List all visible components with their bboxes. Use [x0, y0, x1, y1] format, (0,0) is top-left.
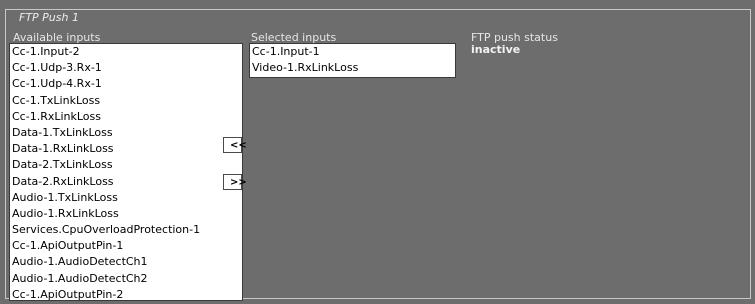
available-input-option[interactable]: Services.CpuOverloadProtection-1 — [10, 222, 242, 238]
available-input-option[interactable]: Audio-1.AudioDetectCh1 — [10, 254, 242, 270]
selected-input-option[interactable]: Video-1.RxLinkLoss — [250, 60, 455, 76]
available-input-option[interactable]: Audio-1.TxLinkLoss — [10, 190, 242, 206]
available-input-option[interactable]: Audio-1.RxLinkLoss — [10, 206, 242, 222]
remove-input-button[interactable]: << — [223, 137, 247, 153]
available-input-option[interactable]: Data-1.RxLinkLoss — [10, 141, 242, 157]
panel-legend: FTP Push 1 — [14, 11, 84, 25]
available-input-option[interactable]: Audio-1.AudioDetectCh2 — [10, 271, 242, 287]
available-inputs-list[interactable]: Cc-1.Input-2 Cc-1.Udp-3.Rx-1 Cc-1.Udp-4.… — [9, 43, 243, 301]
available-input-option[interactable]: Cc-1.ApiOutputPin-2 — [10, 287, 242, 300]
available-input-option[interactable]: Cc-1.TxLinkLoss — [10, 93, 242, 109]
add-input-button[interactable]: >> — [223, 174, 247, 190]
ftp-push-status-value: inactive — [471, 43, 521, 56]
available-input-option[interactable]: Cc-1.ApiOutputPin-1 — [10, 238, 242, 254]
available-input-option[interactable]: Cc-1.RxLinkLoss — [10, 109, 242, 125]
available-input-option[interactable]: Cc-1.Udp-3.Rx-1 — [10, 60, 242, 76]
selected-input-option[interactable]: Cc-1.Input-1 — [250, 44, 455, 60]
selected-inputs-list[interactable]: Cc-1.Input-1 Video-1.RxLinkLoss — [249, 43, 456, 78]
available-input-option[interactable]: Data-1.TxLinkLoss — [10, 125, 242, 141]
available-input-option[interactable]: Data-2.TxLinkLoss — [10, 157, 242, 173]
available-input-option[interactable]: Data-2.RxLinkLoss — [10, 174, 242, 190]
available-input-option[interactable]: Cc-1.Udp-4.Rx-1 — [10, 76, 242, 92]
available-input-option[interactable]: Cc-1.Input-2 — [10, 44, 242, 60]
